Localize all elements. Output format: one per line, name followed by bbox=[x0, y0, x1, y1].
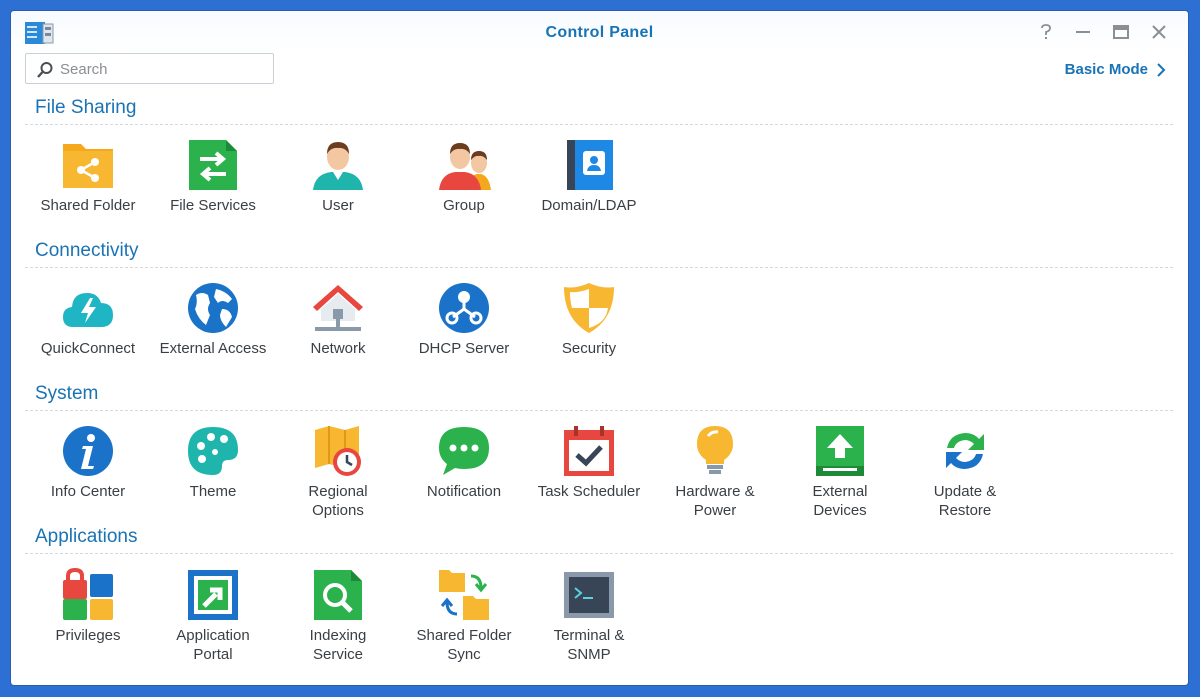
control-panel-window: Control Panel Basic Mode File Sharing bbox=[11, 11, 1188, 685]
shared-folder-icon bbox=[63, 144, 113, 188]
help-icon[interactable] bbox=[1037, 23, 1055, 41]
title-bar[interactable]: Control Panel bbox=[11, 11, 1188, 53]
minimize-icon[interactable] bbox=[1074, 23, 1092, 41]
update-restore-label: Update & Restore bbox=[933, 483, 997, 519]
user-item[interactable]: User bbox=[283, 138, 393, 215]
terminal-snmp-label: Terminal & SNMP bbox=[553, 627, 625, 663]
network-icon bbox=[313, 285, 363, 331]
update-restore-item[interactable]: Update & Restore bbox=[910, 424, 1020, 520]
section-divider bbox=[25, 267, 1173, 268]
shared-folder-sync-icon bbox=[439, 570, 489, 620]
domain-ldap-label: Domain/LDAP bbox=[541, 197, 637, 214]
application-portal-icon bbox=[188, 570, 238, 620]
section-divider bbox=[25, 553, 1173, 554]
basic-mode-label: Basic Mode bbox=[1064, 61, 1148, 78]
security-icon bbox=[564, 283, 614, 333]
update-restore-icon bbox=[946, 433, 984, 469]
shared-folder-sync-label: Shared Folder Sync bbox=[416, 627, 512, 663]
dhcp-server-icon bbox=[439, 283, 489, 333]
section-divider bbox=[25, 410, 1173, 411]
group-item[interactable]: Group bbox=[409, 138, 519, 215]
terminal-snmp-icon bbox=[564, 572, 614, 618]
indexing-service-label: Indexing Service bbox=[309, 627, 367, 663]
user-icon bbox=[313, 142, 363, 190]
basic-mode-link[interactable]: Basic Mode bbox=[1065, 61, 1166, 78]
notification-item[interactable]: Notification bbox=[409, 424, 519, 501]
file-services-item[interactable]: File Services bbox=[158, 138, 268, 215]
application-portal-item[interactable]: Application Portal bbox=[158, 568, 268, 664]
close-icon[interactable] bbox=[1150, 23, 1168, 41]
external-access-icon bbox=[188, 283, 238, 333]
external-access-item[interactable]: External Access bbox=[158, 281, 268, 358]
application-portal-label: Application Portal bbox=[176, 627, 250, 663]
privileges-item[interactable]: Privileges bbox=[33, 568, 143, 645]
security-item[interactable]: Security bbox=[534, 281, 644, 358]
section-title-file-sharing: File Sharing bbox=[35, 97, 137, 118]
search-input[interactable] bbox=[60, 58, 260, 80]
indexing-service-item[interactable]: Indexing Service bbox=[283, 568, 393, 664]
external-devices-item[interactable]: External Devices bbox=[785, 424, 895, 520]
network-item[interactable]: Network bbox=[283, 281, 393, 358]
domain-ldap-item[interactable]: Domain/LDAP bbox=[534, 138, 644, 215]
hardware-power-label: Hardware & Power bbox=[675, 483, 755, 519]
notification-label: Notification bbox=[426, 483, 502, 500]
security-label: Security bbox=[561, 340, 617, 357]
hardware-power-icon bbox=[697, 426, 733, 474]
theme-label: Theme bbox=[189, 483, 237, 500]
section-title-applications: Applications bbox=[35, 526, 138, 547]
indexing-service-icon bbox=[314, 570, 362, 620]
shared-folder-sync-item[interactable]: Shared Folder Sync bbox=[409, 568, 519, 664]
user-label: User bbox=[322, 197, 354, 214]
network-label: Network bbox=[310, 340, 366, 357]
chevron-right-icon bbox=[1157, 62, 1166, 77]
regional-options-icon bbox=[315, 426, 361, 476]
search-icon bbox=[37, 62, 53, 78]
privileges-label: Privileges bbox=[55, 627, 121, 644]
theme-icon bbox=[188, 427, 238, 475]
theme-item[interactable]: Theme bbox=[158, 424, 268, 501]
shared-folder-label: Shared Folder bbox=[40, 197, 136, 214]
quickconnect-label: QuickConnect bbox=[40, 340, 136, 357]
quickconnect-item[interactable]: QuickConnect bbox=[33, 281, 143, 358]
quickconnect-icon bbox=[63, 293, 113, 327]
maximize-icon[interactable] bbox=[1112, 23, 1130, 41]
external-access-label: External Access bbox=[159, 340, 267, 357]
file-services-icon bbox=[189, 140, 237, 190]
terminal-snmp-item[interactable]: Terminal & SNMP bbox=[534, 568, 644, 664]
info-center-item[interactable]: Info Center bbox=[33, 424, 143, 501]
group-label: Group bbox=[443, 197, 485, 214]
file-services-label: File Services bbox=[170, 197, 256, 214]
info-center-icon bbox=[63, 426, 113, 476]
shared-folder-item[interactable]: Shared Folder bbox=[33, 138, 143, 215]
hardware-power-item[interactable]: Hardware & Power bbox=[660, 424, 770, 520]
task-scheduler-item[interactable]: Task Scheduler bbox=[534, 424, 644, 501]
group-icon bbox=[439, 143, 491, 190]
external-devices-icon bbox=[816, 426, 864, 476]
privileges-icon bbox=[63, 568, 113, 620]
task-scheduler-label: Task Scheduler bbox=[537, 483, 641, 500]
external-devices-label: External Devices bbox=[812, 483, 868, 519]
section-divider bbox=[25, 124, 1173, 125]
regional-options-label: Regional Options bbox=[308, 483, 368, 519]
task-scheduler-icon bbox=[564, 426, 614, 476]
section-title-system: System bbox=[35, 383, 99, 404]
search-box[interactable] bbox=[25, 53, 274, 84]
domain-ldap-icon bbox=[567, 140, 613, 190]
info-center-label: Info Center bbox=[50, 483, 126, 500]
window-title: Control Panel bbox=[545, 24, 654, 41]
dhcp-server-item[interactable]: DHCP Server bbox=[409, 281, 519, 358]
regional-options-item[interactable]: Regional Options bbox=[283, 424, 393, 520]
section-title-connectivity: Connectivity bbox=[35, 240, 139, 261]
notification-icon bbox=[439, 427, 489, 475]
dhcp-server-label: DHCP Server bbox=[418, 340, 510, 357]
